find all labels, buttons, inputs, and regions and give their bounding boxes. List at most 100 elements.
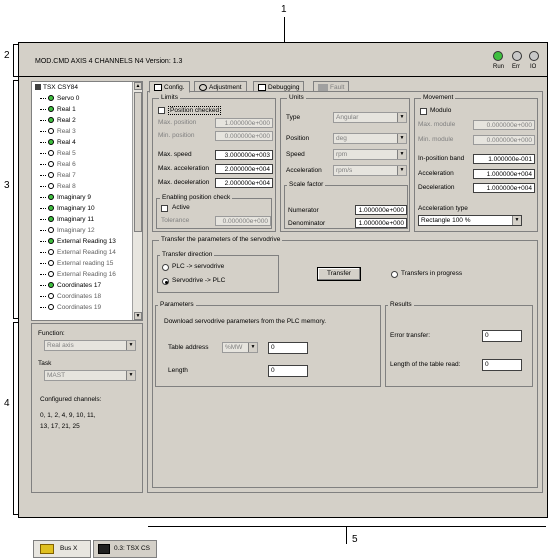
max-acceleration-label: Max. acceleration <box>158 165 209 172</box>
max-speed-field[interactable]: 3.000000e+003 <box>215 150 273 160</box>
error-transfer-label: Error transfer: <box>390 332 431 339</box>
chevron-down-icon: ▼ <box>248 343 257 352</box>
tree-item[interactable]: Real 5 <box>40 150 76 161</box>
channel-active-icon <box>48 238 54 245</box>
tree-item[interactable]: Imaginary 10 <box>40 205 95 216</box>
tree-scrollbar[interactable]: ▲ ▼ <box>132 82 142 320</box>
type-label: Type <box>286 114 301 121</box>
tree-item[interactable]: Imaginary 12 <box>40 227 95 238</box>
channel-active-icon <box>48 205 54 212</box>
tree-item[interactable]: Real 3 <box>40 128 76 139</box>
channel-inactive-icon <box>48 260 54 267</box>
tree-item-label: Real 8 <box>57 183 76 190</box>
configured-channels-line1: 0, 1, 2, 4, 9, 10, 11, <box>40 412 96 419</box>
denominator-field[interactable]: 1.000000e+000 <box>355 218 407 228</box>
tree-item[interactable]: Real 7 <box>40 172 76 183</box>
in-position-band-label: In-position band <box>418 155 465 162</box>
io-led-label: IO <box>530 64 537 70</box>
deceleration-field[interactable]: 1.000000e+004 <box>473 183 535 193</box>
position-unit-select[interactable]: deg ▼ <box>333 133 407 144</box>
tab-config[interactable]: Config. <box>149 81 190 93</box>
plc-to-servodrive-radio[interactable] <box>162 264 169 271</box>
tree-item[interactable]: Coordinates 19 <box>40 304 101 315</box>
table-address-field[interactable]: 0 <box>268 342 308 354</box>
fault-icon <box>318 84 328 91</box>
tree-item[interactable]: Real 6 <box>40 161 76 172</box>
callout-2-bracket <box>13 44 14 76</box>
tree-item[interactable]: Imaginary 11 <box>40 216 94 227</box>
module-address-tab[interactable]: 0.3: TSX CS <box>93 540 157 558</box>
tolerance-field[interactable]: 0.000000e+000 <box>215 216 271 226</box>
position-checked-label: Position checked <box>168 106 222 115</box>
tree-item[interactable]: External Reading 16 <box>40 271 116 282</box>
acceleration-type-select[interactable]: Rectangle 100 % ▼ <box>418 215 522 226</box>
servodrive-to-plc-label: Servodrive -> PLC <box>172 277 226 284</box>
scroll-thumb[interactable] <box>134 92 142 232</box>
max-position-field[interactable]: 1.000000e+000 <box>215 118 273 128</box>
acceleration-field[interactable]: 1.000000e+004 <box>473 169 535 179</box>
tree-item[interactable]: Real 8 <box>40 183 76 194</box>
tree-item[interactable]: External Reading 14 <box>40 249 116 260</box>
min-position-field[interactable]: 0.000000e+000 <box>215 131 273 141</box>
tree-connector-icon <box>40 262 46 264</box>
chevron-down-icon: ▼ <box>397 134 406 143</box>
tree-item-label: Real 2 <box>57 117 76 124</box>
channel-inactive-icon <box>48 293 54 300</box>
min-module-field[interactable]: 0.000000e+000 <box>473 135 535 145</box>
numerator-field[interactable]: 1.000000e+000 <box>355 205 407 215</box>
transfer-direction-title: Transfer direction <box>160 251 215 258</box>
numerator-label: Numerator <box>288 207 319 214</box>
bus-x-tab[interactable]: Bus X <box>33 540 91 558</box>
type-select-value: Angular <box>336 114 359 121</box>
function-select-value: Real axis <box>47 342 74 349</box>
length-field[interactable]: 0 <box>268 365 308 377</box>
function-select[interactable]: Real axis ▼ <box>44 340 136 351</box>
max-acceleration-field[interactable]: 2.000000e+004 <box>215 164 273 174</box>
tree-item-label: Real 5 <box>57 150 76 157</box>
tree-root[interactable]: TSX CSY84 <box>35 84 78 95</box>
scroll-up-icon[interactable]: ▲ <box>134 82 142 90</box>
length-table-read-field: 0 <box>482 359 522 371</box>
servodrive-to-plc-radio[interactable] <box>162 278 169 285</box>
module-title: MOD.CMD AXIS 4 CHANNELS N4 Version: 1.3 <box>35 58 183 65</box>
tree-connector-icon <box>40 97 46 99</box>
channel-tree[interactable]: TSX CSY84 ▲ ▼ Servo 0 Real 1 Real 2 Real 3 R… <box>31 81 143 321</box>
tree-item[interactable]: Imaginary 9 <box>40 194 91 205</box>
scroll-down-icon[interactable]: ▼ <box>134 312 142 320</box>
position-checked-checkbox[interactable] <box>158 107 165 114</box>
tree-item[interactable]: Servo 0 <box>40 95 79 106</box>
tree-item[interactable]: External reading 15 <box>40 260 113 271</box>
active-checkbox[interactable] <box>161 205 168 212</box>
acceleration-type-value: Rectangle 100 % <box>421 217 471 224</box>
speed-unit-select[interactable]: rpm ▼ <box>333 149 407 160</box>
transfer-button[interactable]: Transfer <box>317 267 361 281</box>
callout-1: 1 <box>281 4 287 15</box>
speed-unit-label: Speed <box>286 151 305 158</box>
type-select[interactable]: Angular ▼ <box>333 112 407 123</box>
channel-inactive-icon <box>48 150 54 157</box>
tree-root-label: TSX CSY84 <box>43 84 79 91</box>
tree-item[interactable]: Real 1 <box>40 106 76 117</box>
debugging-icon <box>258 84 266 91</box>
tree-item-label: Imaginary 12 <box>57 227 95 234</box>
tree-item[interactable]: Coordinates 18 <box>40 293 101 304</box>
in-position-band-field[interactable]: 1.000000e-001 <box>473 154 535 164</box>
config-panel: Limits Position checked Max. position 1.… <box>147 91 543 493</box>
modulo-checkbox[interactable] <box>420 108 427 115</box>
tree-item-label: Servo 0 <box>57 95 80 102</box>
tree-item[interactable]: Real 4 <box>40 139 76 150</box>
max-deceleration-field[interactable]: 2.000000e+004 <box>215 178 273 188</box>
transfer-direction-group: Transfer direction PLC -> servodrive Ser… <box>157 251 279 293</box>
tree-item[interactable]: Coordinates 17 <box>40 282 101 293</box>
tree-connector-icon <box>40 251 46 253</box>
acceleration-unit-select[interactable]: rpm/s ▼ <box>333 165 407 176</box>
callout-4-bracket <box>13 322 14 514</box>
tree-item[interactable]: External Reading 13 <box>40 238 116 249</box>
tree-item[interactable]: Real 2 <box>40 117 76 128</box>
tolerance-label: Tolerance <box>161 217 190 224</box>
task-select[interactable]: MAST ▼ <box>44 370 136 381</box>
table-address-type-select[interactable]: %MW ▼ <box>222 342 258 353</box>
max-module-field[interactable]: 0.000000e+000 <box>473 120 535 130</box>
channel-info-panel: Function: Real axis ▼ Task MAST ▼ Config… <box>31 323 143 493</box>
position-unit-value: deg <box>336 135 347 142</box>
